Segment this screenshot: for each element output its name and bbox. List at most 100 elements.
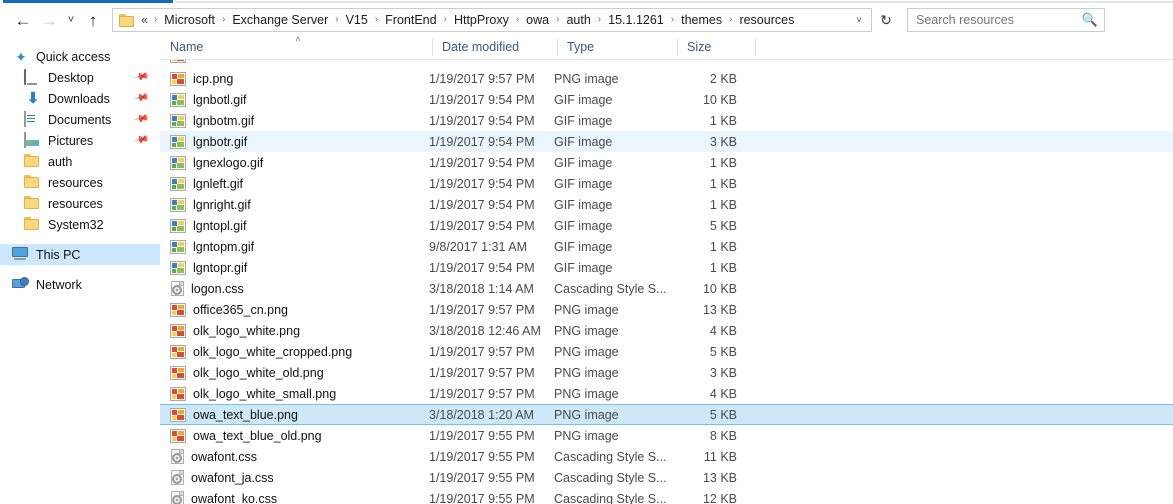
- pin-icon[interactable]: 📌: [133, 111, 150, 127]
- sidebar-item-resources-2[interactable]: resources: [0, 193, 160, 214]
- breadcrumb-item-version[interactable]: 15.1.1261: [605, 9, 667, 31]
- back-arrow-icon[interactable]: ←: [10, 7, 36, 33]
- file-name-cell[interactable]: lgnexlogo.gif: [160, 155, 422, 170]
- sidebar-item-this-pc[interactable]: This PC: [0, 244, 160, 265]
- table-row[interactable]: lgntopm.gif 9/8/2017 1:31 AM GIF image 1 KB: [160, 236, 1173, 257]
- file-date-cell: 3/18/2018 1:20 AM: [429, 407, 534, 422]
- table-row[interactable]: lgnbotr.gif 1/19/2017 9:54 PM GIF image 3 K…: [160, 131, 1173, 152]
- sidebar-item-label: Quick access: [36, 49, 111, 64]
- table-row[interactable]: [160, 60, 1173, 66]
- column-header-date-modified[interactable]: Date modified: [432, 36, 557, 59]
- sidebar-item-desktop[interactable]: Desktop 📌: [0, 67, 160, 88]
- breadcrumb-item-auth[interactable]: auth: [563, 9, 593, 31]
- file-name-cell[interactable]: icp.png: [160, 71, 422, 86]
- file-name-cell[interactable]: lgnbotl.gif: [160, 92, 422, 107]
- file-name-cell[interactable]: olk_logo_white_cropped.png: [160, 344, 422, 359]
- table-row[interactable]: owafont_ja.css 1/19/2017 9:55 PM Cascading…: [160, 467, 1173, 488]
- column-header-size[interactable]: Size: [677, 36, 755, 59]
- breadcrumb-separator[interactable]: ›: [552, 11, 563, 29]
- pin-icon[interactable]: 📌: [133, 132, 150, 148]
- file-name-cell[interactable]: lgntopm.gif: [160, 239, 422, 254]
- table-row[interactable]: olk_logo_white.png 3/18/2018 12:46 AM PNG …: [160, 320, 1173, 341]
- sidebar-item-resources-1[interactable]: resources: [0, 172, 160, 193]
- table-row[interactable]: lgntopl.gif 1/19/2017 9:54 PM GIF image 5 K…: [160, 215, 1173, 236]
- sidebar-item-system32[interactable]: System32: [0, 214, 160, 235]
- breadcrumb-separator[interactable]: ›: [150, 11, 161, 29]
- column-divider[interactable]: [755, 39, 756, 56]
- sidebar-item-pictures[interactable]: Pictures 📌: [0, 130, 160, 151]
- table-row[interactable]: lgnexlogo.gif 1/19/2017 9:54 PM GIF image 1…: [160, 152, 1173, 173]
- file-name-label: lgnbotm.gif: [193, 113, 255, 128]
- table-row[interactable]: owa_text_blue.png 3/18/2018 1:20 AM PNG im…: [160, 404, 1173, 425]
- file-type-cell: PNG image: [554, 386, 619, 401]
- table-row[interactable]: owafont.css 1/19/2017 9:55 PM Cascading St…: [160, 446, 1173, 467]
- breadcrumb-item-httpproxy[interactable]: HttpProxy: [451, 9, 512, 31]
- file-name-cell[interactable]: lgntopr.gif: [160, 260, 422, 275]
- sidebar-item-auth[interactable]: auth: [0, 151, 160, 172]
- breadcrumb-item-themes[interactable]: themes: [678, 9, 725, 31]
- file-name-cell[interactable]: olk_logo_white_small.png: [160, 386, 422, 401]
- file-name-cell[interactable]: olk_logo_white_old.png: [160, 365, 422, 380]
- breadcrumb-item-owa[interactable]: owa: [523, 9, 552, 31]
- breadcrumb-separator[interactable]: ›: [512, 11, 523, 29]
- file-name-cell[interactable]: lgnbotr.gif: [160, 134, 422, 149]
- file-name-cell[interactable]: lgnbotm.gif: [160, 113, 422, 128]
- file-name-cell[interactable]: office365_cn.png: [160, 302, 422, 317]
- table-row[interactable]: olk_logo_white_old.png 1/19/2017 9:57 PM P…: [160, 362, 1173, 383]
- file-name-cell[interactable]: lgnleft.gif: [160, 176, 422, 191]
- search-input[interactable]: Search resources 🔍: [907, 8, 1105, 32]
- file-name-cell[interactable]: lgnright.gif: [160, 197, 422, 212]
- table-row[interactable]: olk_logo_white_small.png 1/19/2017 9:57 P…: [160, 383, 1173, 404]
- gif-file-icon: [170, 92, 186, 107]
- file-name-cell[interactable]: olk_logo_white.png: [160, 323, 422, 338]
- table-row[interactable]: icp.png 1/19/2017 9:57 PM PNG image 2 KB: [160, 68, 1173, 89]
- table-row[interactable]: owa_text_blue_old.png 1/19/2017 9:55 PM PN…: [160, 425, 1173, 446]
- sidebar-item-network[interactable]: Network: [0, 274, 160, 295]
- breadcrumb-separator[interactable]: ›: [440, 11, 451, 29]
- address-bar[interactable]: « › Microsoft › Exchange Server › V15 › …: [112, 8, 872, 32]
- table-row-partial[interactable]: [160, 60, 1173, 66]
- sidebar-item-documents[interactable]: Documents 📌: [0, 109, 160, 130]
- ribbon-active-tab-indicator[interactable]: [3, 0, 173, 3]
- table-row[interactable]: olk_logo_white_cropped.png 1/19/2017 9:57…: [160, 341, 1173, 362]
- pin-icon[interactable]: 📌: [133, 90, 150, 106]
- table-row[interactable]: lgntopr.gif 1/19/2017 9:54 PM GIF image 1 K…: [160, 257, 1173, 278]
- breadcrumb-separator[interactable]: ›: [371, 11, 382, 29]
- column-header-type[interactable]: Type: [557, 36, 677, 59]
- breadcrumb-separator[interactable]: ›: [331, 11, 342, 29]
- address-chevron-down-icon[interactable]: ˅: [848, 9, 870, 31]
- file-name-cell[interactable]: owa_text_blue.png: [160, 407, 422, 422]
- breadcrumb-item-v15[interactable]: V15: [343, 9, 371, 31]
- file-name-cell[interactable]: owafont_ja.css: [160, 470, 422, 485]
- png-file-icon: [170, 302, 186, 317]
- table-row[interactable]: logon.css 3/18/2018 1:14 AM Cascading Styl…: [160, 278, 1173, 299]
- table-row[interactable]: owafont_ko.css 1/19/2017 9:55 PM Cascading…: [160, 488, 1173, 504]
- up-arrow-icon[interactable]: ↑: [80, 7, 106, 33]
- search-icon[interactable]: 🔍: [1082, 12, 1098, 28]
- file-name-cell[interactable]: lgntopl.gif: [160, 218, 422, 233]
- forward-arrow-icon[interactable]: →: [36, 7, 62, 33]
- breadcrumb-item-microsoft[interactable]: Microsoft: [161, 9, 218, 31]
- breadcrumb-item-exchange-server[interactable]: Exchange Server: [229, 9, 331, 31]
- breadcrumb-separator[interactable]: ›: [725, 11, 736, 29]
- sidebar-item-quick-access[interactable]: ✦ Quick access: [0, 46, 160, 67]
- refresh-icon[interactable]: ↻: [873, 8, 899, 32]
- table-row[interactable]: lgnbotm.gif 1/19/2017 9:54 PM GIF image 1 K…: [160, 110, 1173, 131]
- table-row[interactable]: lgnright.gif 1/19/2017 9:54 PM GIF image 1 …: [160, 194, 1173, 215]
- breadcrumb-separator[interactable]: ›: [218, 11, 229, 29]
- breadcrumb-item-frontend[interactable]: FrontEnd: [382, 9, 439, 31]
- breadcrumb-item-resources[interactable]: resources: [736, 9, 797, 31]
- file-name-cell[interactable]: owafont_ko.css: [160, 491, 422, 504]
- table-row[interactable]: lgnleft.gif 1/19/2017 9:54 PM GIF image 1 K…: [160, 173, 1173, 194]
- breadcrumb-separator[interactable]: ›: [667, 11, 678, 29]
- pin-icon[interactable]: 📌: [133, 69, 150, 85]
- file-name-cell[interactable]: owafont.css: [160, 449, 422, 464]
- table-row[interactable]: lgnbotl.gif 1/19/2017 9:54 PM GIF image 10 …: [160, 89, 1173, 110]
- breadcrumb-overflow-icon[interactable]: «: [139, 9, 150, 31]
- file-name-cell[interactable]: logon.css: [160, 281, 422, 296]
- breadcrumb-separator[interactable]: ›: [594, 11, 605, 29]
- recent-locations-chevron-down-icon[interactable]: ˅: [62, 7, 80, 33]
- file-name-cell[interactable]: owa_text_blue_old.png: [160, 428, 422, 443]
- sidebar-item-downloads[interactable]: ⬇ Downloads 📌: [0, 88, 160, 109]
- table-row[interactable]: office365_cn.png 1/19/2017 9:57 PM PNG ima…: [160, 299, 1173, 320]
